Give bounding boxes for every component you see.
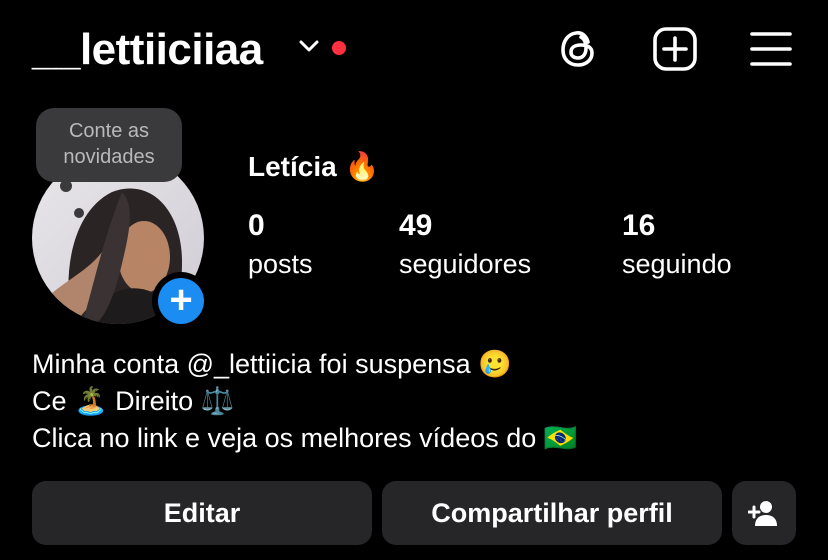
edit-profile-button[interactable]: Editar	[32, 481, 372, 545]
display-name: Letícia 🔥	[248, 147, 379, 187]
note-line-1: Conte as	[68, 120, 150, 142]
new-post-icon[interactable]	[652, 26, 698, 72]
scales-emoji: ⚖️	[200, 386, 235, 416]
following-count[interactable]: 16	[622, 207, 655, 245]
bio-line-3: Clica no link e veja os melhores vídeos …	[32, 420, 577, 456]
chevron-down-icon[interactable]	[298, 38, 320, 54]
island-emoji: 🏝️	[74, 386, 108, 416]
threads-icon[interactable]	[556, 26, 602, 72]
username-title[interactable]: __lettiiciiaa	[32, 22, 263, 78]
followers-count[interactable]: 49	[399, 207, 432, 245]
edit-profile-label: Editar	[163, 497, 241, 528]
discover-people-button[interactable]	[732, 481, 796, 545]
brazil-flag-emoji: 🇧🇷	[543, 423, 578, 453]
note-bubble-tail-small	[74, 208, 84, 218]
note-bubble-tail	[60, 180, 72, 192]
posts-count: 0	[248, 209, 265, 242]
fire-emoji: 🔥	[344, 151, 380, 182]
bio-line-2: Ce 🏝️ Direito ⚖️	[32, 383, 234, 419]
add-person-icon	[748, 501, 777, 526]
share-profile-button[interactable]: Compartilhar perfil	[382, 481, 722, 545]
following-label[interactable]: seguindo	[622, 246, 732, 282]
notification-dot	[332, 41, 346, 55]
add-story-plus-icon[interactable]: +	[158, 278, 204, 324]
share-profile-label: Compartilhar perfil	[431, 497, 673, 528]
bio-line-1-text: Minha conta @_lettiicia foi suspensa	[32, 349, 471, 379]
display-name-text: Letícia	[248, 151, 337, 182]
bio-line-2-b: Direito	[115, 386, 194, 416]
followers-label[interactable]: seguidores	[399, 246, 531, 282]
bio-line-2-a: Ce	[32, 386, 67, 416]
note-line-2: novidades	[63, 146, 155, 168]
tear-smile-emoji: 🥲	[478, 349, 512, 379]
note-bubble[interactable]: Conte as novidades	[36, 108, 182, 182]
bio-line-1: Minha conta @_lettiicia foi suspensa 🥲	[32, 346, 512, 382]
bio-line-3-text: Clica no link e veja os melhores vídeos …	[32, 423, 537, 453]
posts-label: posts	[248, 249, 313, 279]
menu-icon[interactable]	[748, 26, 794, 72]
